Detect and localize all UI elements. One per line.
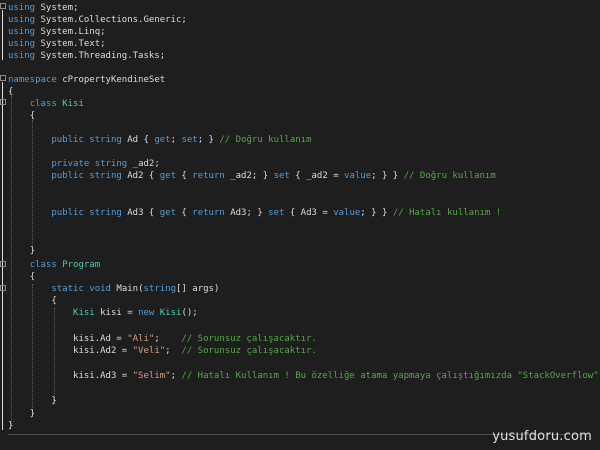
code-line-using: using System.Threading.Tasks; — [8, 51, 166, 61]
code-line-assign-ad: kisi.Ad = "Ali"; // Sorunsuz çalışacaktı… — [73, 334, 317, 344]
code-line-using: using System.Linq; — [8, 27, 106, 37]
code-line-brace: { — [29, 272, 36, 282]
code-line-brace: { — [8, 87, 14, 97]
code-line-assign-ad2: kisi.Ad2 = "Veli"; // Sorunsuz çalışacak… — [73, 346, 317, 356]
collapse-class-program-toggle[interactable] — [0, 261, 6, 267]
code-line-brace: } — [29, 409, 36, 419]
code-line-namespace: namespace cPropertyKendineSet — [8, 75, 166, 85]
code-line-brace: { — [29, 111, 36, 121]
code-editor[interactable]: using System; using System.Collections.G… — [0, 0, 600, 450]
code-line-class-kisi: class Kisi — [29, 99, 84, 109]
code-line-main: static void Main(string[] args) — [51, 284, 220, 294]
code-line-assign-ad3: kisi.Ad3 = "Selim"; // Hatalı Kullanım !… — [73, 371, 599, 381]
collapse-class-kisi-toggle[interactable] — [0, 99, 6, 105]
code-line-kisi-decl: Kisi kisi = new Kisi(); — [73, 308, 198, 318]
code-line-using: using System; — [8, 3, 79, 13]
code-line-prop-ad2: public string Ad2 { get { return _ad2; }… — [51, 171, 496, 181]
collapse-namespace-toggle[interactable] — [0, 75, 6, 81]
collapse-main-toggle[interactable] — [0, 285, 6, 291]
collapse-usings-toggle[interactable] — [0, 3, 6, 9]
code-line-brace: } — [8, 421, 14, 431]
code-line-prop-ad3: public string Ad3 { get { return Ad3; } … — [51, 208, 502, 218]
code-line-brace: { — [51, 296, 57, 306]
code-line-brace: } — [29, 246, 36, 256]
outline-bar-namespace — [2, 82, 3, 430]
code-line-class-program: class Program — [29, 260, 101, 270]
code-line-using: using System.Text; — [8, 39, 106, 49]
code-line-prop-ad: public string Ad { get; set; } // Doğru … — [51, 135, 312, 145]
watermark: yusufdoru.com — [492, 429, 592, 444]
code-line-using: using System.Collections.Generic; — [8, 15, 187, 25]
code-line-field-ad2: private string _ad2; — [51, 159, 160, 169]
code-line-brace: } — [51, 396, 57, 406]
outline-bar-usings — [2, 10, 3, 60]
